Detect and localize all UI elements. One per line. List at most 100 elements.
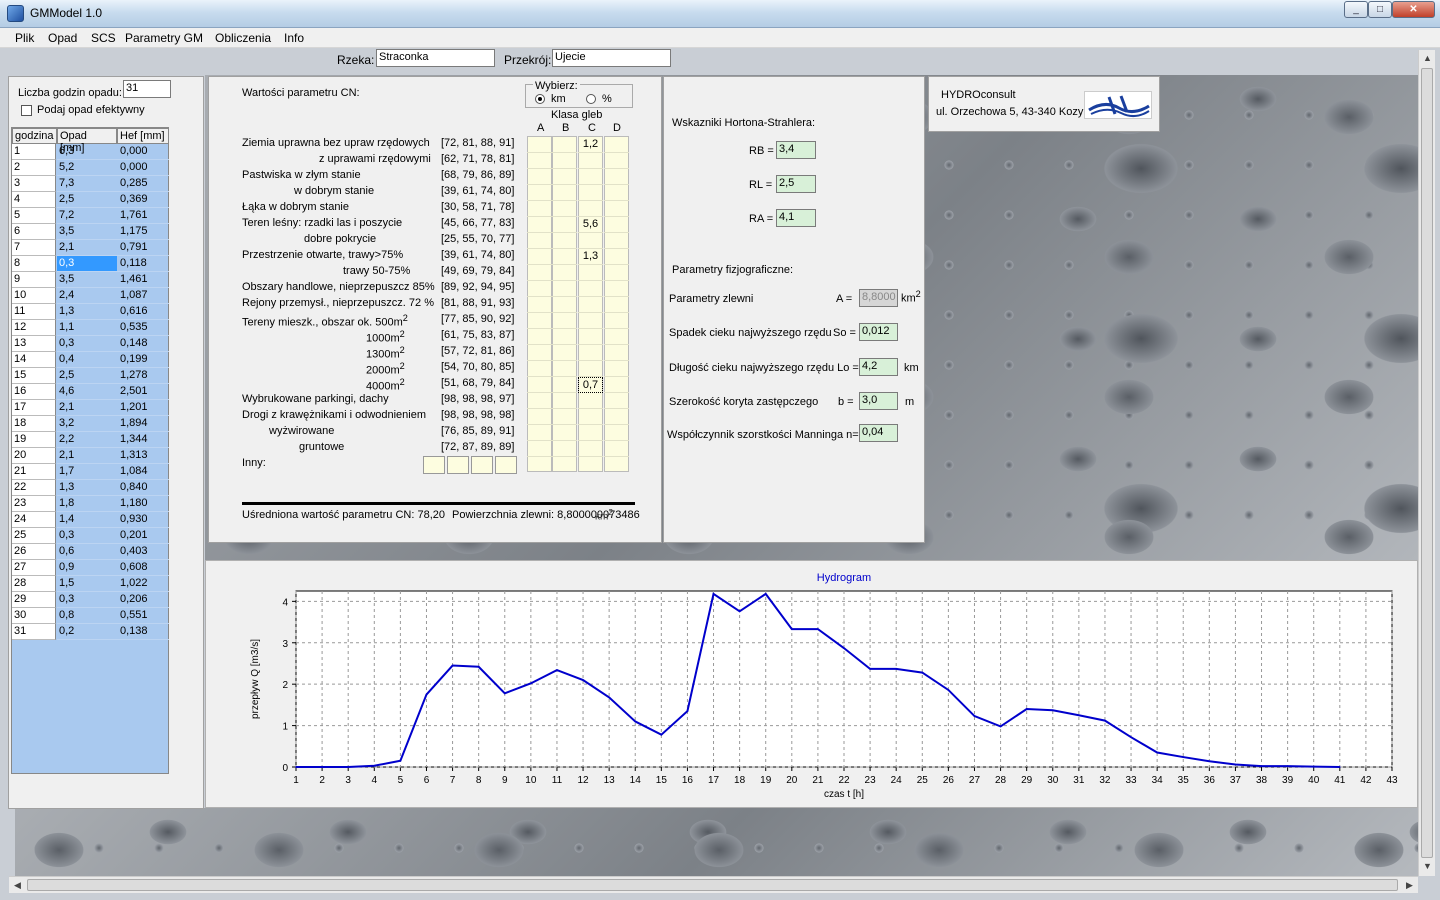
soil-share-cell[interactable] — [604, 441, 629, 457]
hour-cell[interactable]: 10 — [12, 288, 56, 304]
rainfall-cell[interactable]: 1,5 — [57, 576, 117, 592]
table-row[interactable]: 23 1,8 1,180 — [12, 496, 169, 512]
table-row[interactable]: 14 0,4 0,199 — [12, 352, 169, 368]
effective-rain-cell[interactable]: 1,087 — [117, 288, 169, 304]
effective-rain-cell[interactable]: 0,930 — [117, 512, 169, 528]
soil-share-cell[interactable] — [578, 297, 603, 313]
soil-share-cell[interactable] — [578, 345, 603, 361]
effective-rain-cell[interactable]: 2,501 — [117, 384, 169, 400]
rainfall-cell[interactable]: 0,3 — [57, 528, 117, 544]
hour-cell[interactable]: 15 — [12, 368, 56, 384]
soil-share-cell[interactable] — [527, 201, 552, 217]
soil-share-cell[interactable] — [527, 345, 552, 361]
effective-rain-cell[interactable]: 0,403 — [117, 544, 169, 560]
table-row[interactable]: 30 0,8 0,551 — [12, 608, 169, 624]
minimize-button[interactable]: _ — [1344, 1, 1368, 18]
soil-share-cell[interactable]: 1,2 — [578, 137, 603, 153]
rainfall-cell[interactable]: 2,5 — [57, 368, 117, 384]
soil-share-cell[interactable] — [578, 281, 603, 297]
soil-share-cell[interactable] — [604, 281, 629, 297]
hour-cell[interactable]: 27 — [12, 560, 56, 576]
soil-share-cell[interactable] — [604, 153, 629, 169]
effective-rain-cell[interactable]: 1,761 — [117, 208, 169, 224]
hour-cell[interactable]: 17 — [12, 400, 56, 416]
menu-info[interactable]: Info — [284, 31, 304, 45]
table-row[interactable]: 18 3,2 1,894 — [12, 416, 169, 432]
effective-rain-cell[interactable]: 0,791 — [117, 240, 169, 256]
rainfall-cell[interactable]: 4,6 — [57, 384, 117, 400]
table-row[interactable]: 1 6,3 0,000 — [12, 144, 169, 160]
vertical-scroll-thumb[interactable] — [1421, 68, 1433, 858]
table-row[interactable]: 12 1,1 0,535 — [12, 320, 169, 336]
effective-rain-cell[interactable]: 0,000 — [117, 160, 169, 176]
soil-share-cell[interactable]: 1,3 — [578, 249, 603, 265]
soil-share-cell[interactable] — [552, 265, 577, 281]
soil-share-cell[interactable] — [527, 265, 552, 281]
soil-share-cell[interactable] — [604, 329, 629, 345]
table-row[interactable]: 16 4,6 2,501 — [12, 384, 169, 400]
table-row[interactable]: 31 0,2 0,138 — [12, 624, 169, 640]
soil-share-cell[interactable] — [552, 329, 577, 345]
effective-rain-cell[interactable]: 0,199 — [117, 352, 169, 368]
scroll-up-arrow[interactable]: ▲ — [1419, 50, 1436, 67]
table-row[interactable]: 17 2,1 1,201 — [12, 400, 169, 416]
rainfall-cell[interactable]: 2,5 — [57, 192, 117, 208]
vertical-scrollbar[interactable]: ▲ ▼ — [1418, 50, 1435, 876]
table-row[interactable]: 11 1,3 0,616 — [12, 304, 169, 320]
soil-share-cell[interactable] — [552, 361, 577, 377]
soil-share-cell[interactable] — [552, 409, 577, 425]
effective-rain-cell[interactable]: 0,285 — [117, 176, 169, 192]
hour-cell[interactable]: 16 — [12, 384, 56, 400]
soil-share-cell[interactable] — [578, 425, 603, 441]
rainfall-cell[interactable]: 1,7 — [57, 464, 117, 480]
soil-share-cell[interactable] — [552, 249, 577, 265]
effective-rain-cell[interactable]: 0,206 — [117, 592, 169, 608]
soil-share-cell[interactable] — [527, 393, 552, 409]
hour-cell[interactable]: 18 — [12, 416, 56, 432]
soil-share-cell[interactable] — [552, 233, 577, 249]
hour-cell[interactable]: 30 — [12, 608, 56, 624]
table-row[interactable]: 20 2,1 1,313 — [12, 448, 169, 464]
przekroj-input[interactable]: Ujecie — [552, 49, 671, 67]
table-row[interactable]: 6 3,5 1,175 — [12, 224, 169, 240]
rainfall-cell[interactable]: 2,1 — [57, 448, 117, 464]
soil-share-cell[interactable] — [527, 153, 552, 169]
soil-share-cell[interactable] — [527, 281, 552, 297]
effective-rain-cell[interactable]: 1,175 — [117, 224, 169, 240]
effective-rain-cell[interactable]: 0,535 — [117, 320, 169, 336]
rainfall-cell[interactable]: 1,8 — [57, 496, 117, 512]
rainfall-cell[interactable]: 1,3 — [57, 480, 117, 496]
soil-share-cell[interactable] — [604, 265, 629, 281]
rainfall-cell[interactable]: 6,3 — [57, 144, 117, 160]
soil-share-cell[interactable] — [604, 169, 629, 185]
soil-share-cell[interactable] — [578, 441, 603, 457]
soil-share-cell[interactable] — [527, 313, 552, 329]
effective-rain-cell[interactable]: 1,894 — [117, 416, 169, 432]
hour-cell[interactable]: 3 — [12, 176, 56, 192]
rainfall-cell[interactable]: 3,5 — [57, 272, 117, 288]
table-row[interactable]: 3 7,3 0,285 — [12, 176, 169, 192]
menu-parametry-gm[interactable]: Parametry GM — [125, 31, 203, 45]
soil-share-cell[interactable] — [604, 137, 629, 153]
soil-share-cell[interactable] — [604, 345, 629, 361]
effective-rain-cell[interactable]: 1,461 — [117, 272, 169, 288]
effective-rain-cell[interactable]: 1,022 — [117, 576, 169, 592]
soil-share-cell[interactable] — [527, 425, 552, 441]
inny-input[interactable] — [495, 456, 517, 474]
rainfall-cell[interactable]: 0,2 — [57, 624, 117, 640]
horizontal-scrollbar[interactable]: ◀ ▶ — [9, 876, 1418, 893]
soil-share-cell[interactable] — [604, 297, 629, 313]
rainfall-cell[interactable]: 3,2 — [57, 416, 117, 432]
soil-share-cell[interactable]: 0,7 — [578, 377, 603, 393]
table-row[interactable]: 8 0,3 0,118 — [12, 256, 169, 272]
rainfall-cell[interactable]: 0,3 — [57, 592, 117, 608]
hour-cell[interactable]: 8 — [12, 256, 56, 272]
soil-share-cell[interactable] — [527, 409, 552, 425]
soil-share-cell[interactable] — [604, 393, 629, 409]
hour-cell[interactable]: 28 — [12, 576, 56, 592]
effective-rain-cell[interactable]: 0,201 — [117, 528, 169, 544]
rainfall-cell[interactable]: 7,2 — [57, 208, 117, 224]
effective-rain-cell[interactable]: 0,616 — [117, 304, 169, 320]
hour-cell[interactable]: 24 — [12, 512, 56, 528]
rainfall-cell[interactable]: 0,3 — [57, 256, 117, 272]
